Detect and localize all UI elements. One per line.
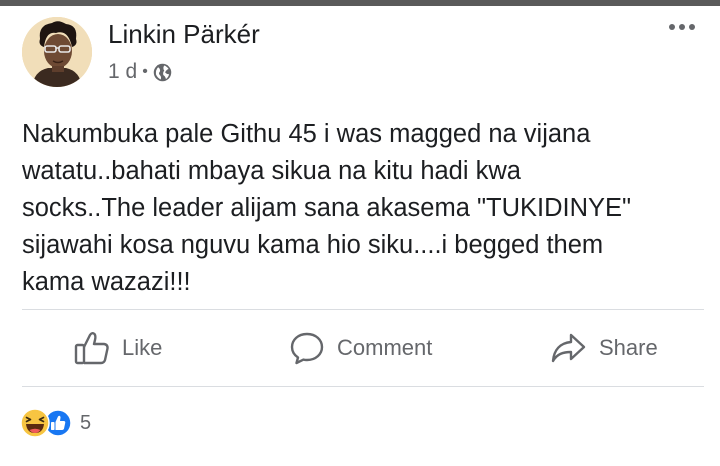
comment-button[interactable]: Comment <box>289 310 432 386</box>
thumbs-up-icon <box>74 332 109 365</box>
post-text: Nakumbuka pale Githu 45 i was magged na … <box>22 120 632 296</box>
comment-label: Comment <box>337 335 433 360</box>
post-meta: 1 d • <box>108 60 173 84</box>
share-button[interactable]: Share <box>551 310 658 386</box>
like-button[interactable]: Like <box>74 310 162 386</box>
post-actions: Like Comment Share <box>0 310 720 386</box>
globe-icon[interactable] <box>152 62 173 83</box>
more-dot <box>689 24 695 30</box>
haha-reaction-icon <box>20 408 50 438</box>
more-dot <box>669 24 675 30</box>
avatar-image <box>22 17 92 87</box>
post-time[interactable]: 1 d <box>108 60 137 84</box>
more-dot <box>679 24 685 30</box>
more-options-button[interactable] <box>669 24 695 30</box>
reaction-count: 5 <box>80 411 92 434</box>
top-edge-bar <box>0 0 720 6</box>
comment-bubble-icon <box>290 332 324 365</box>
avatar[interactable] <box>22 17 92 87</box>
author-name[interactable]: Linkin Pärkér <box>108 19 260 50</box>
reactions-summary[interactable]: 5 <box>20 408 91 438</box>
share-label: Share <box>599 335 658 360</box>
share-arrow-icon <box>551 333 586 363</box>
like-label: Like <box>122 335 163 360</box>
divider <box>22 386 704 387</box>
meta-separator: • <box>142 63 148 80</box>
